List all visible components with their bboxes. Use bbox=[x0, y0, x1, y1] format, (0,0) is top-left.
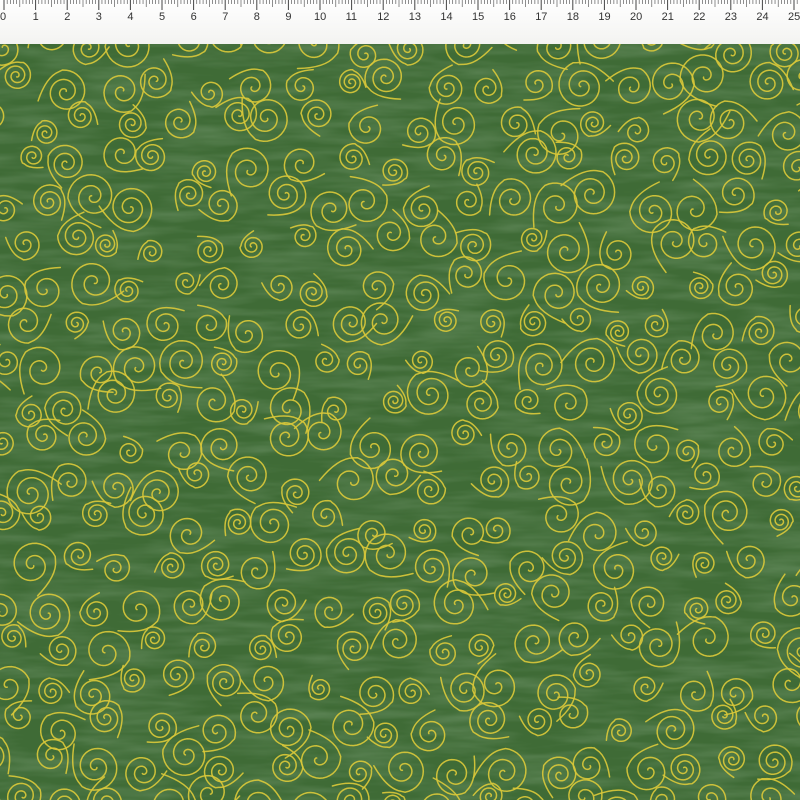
ruler-label: 24 bbox=[756, 11, 769, 23]
ruler-label: 12 bbox=[377, 11, 390, 23]
fabric-swatch bbox=[0, 44, 800, 800]
ruler-label: 3 bbox=[95, 11, 102, 23]
ruler-label: 6 bbox=[190, 11, 197, 23]
ruler-label: 18 bbox=[566, 11, 580, 23]
ruler-label: 1 bbox=[32, 11, 39, 23]
ruler-label: 4 bbox=[127, 11, 134, 23]
swirl-pattern bbox=[0, 44, 800, 800]
ruler-label: 14 bbox=[440, 11, 453, 23]
ruler-label: 25 bbox=[788, 11, 800, 23]
ruler-label: 9 bbox=[285, 11, 292, 23]
ruler-ticks bbox=[3, 0, 798, 10]
ruler-label: 16 bbox=[503, 11, 516, 23]
ruler-label: 23 bbox=[724, 11, 738, 23]
ruler-label: 17 bbox=[535, 11, 548, 23]
ruler-label: 0 bbox=[0, 11, 7, 23]
ruler-label: 10 bbox=[314, 11, 327, 23]
ruler-label: 21 bbox=[661, 11, 674, 23]
ruler-label: 5 bbox=[159, 11, 166, 23]
ruler-label: 20 bbox=[630, 11, 643, 23]
ruler-label: 15 bbox=[472, 11, 485, 23]
ruler-label: 22 bbox=[693, 11, 706, 23]
ruler-label: 7 bbox=[222, 11, 229, 23]
ruler-label: 19 bbox=[598, 11, 611, 23]
ruler-label: 2 bbox=[64, 11, 71, 23]
ruler-label: 13 bbox=[408, 11, 422, 23]
measuring-ruler: 0 1 2 3 4 5 6 7 8 9 10 11 12 13 14 15 16 17 18 19 20 21 22 23 24… bbox=[0, 0, 800, 45]
ruler-label: 11 bbox=[345, 11, 358, 23]
ruler-label: 8 bbox=[253, 11, 260, 23]
